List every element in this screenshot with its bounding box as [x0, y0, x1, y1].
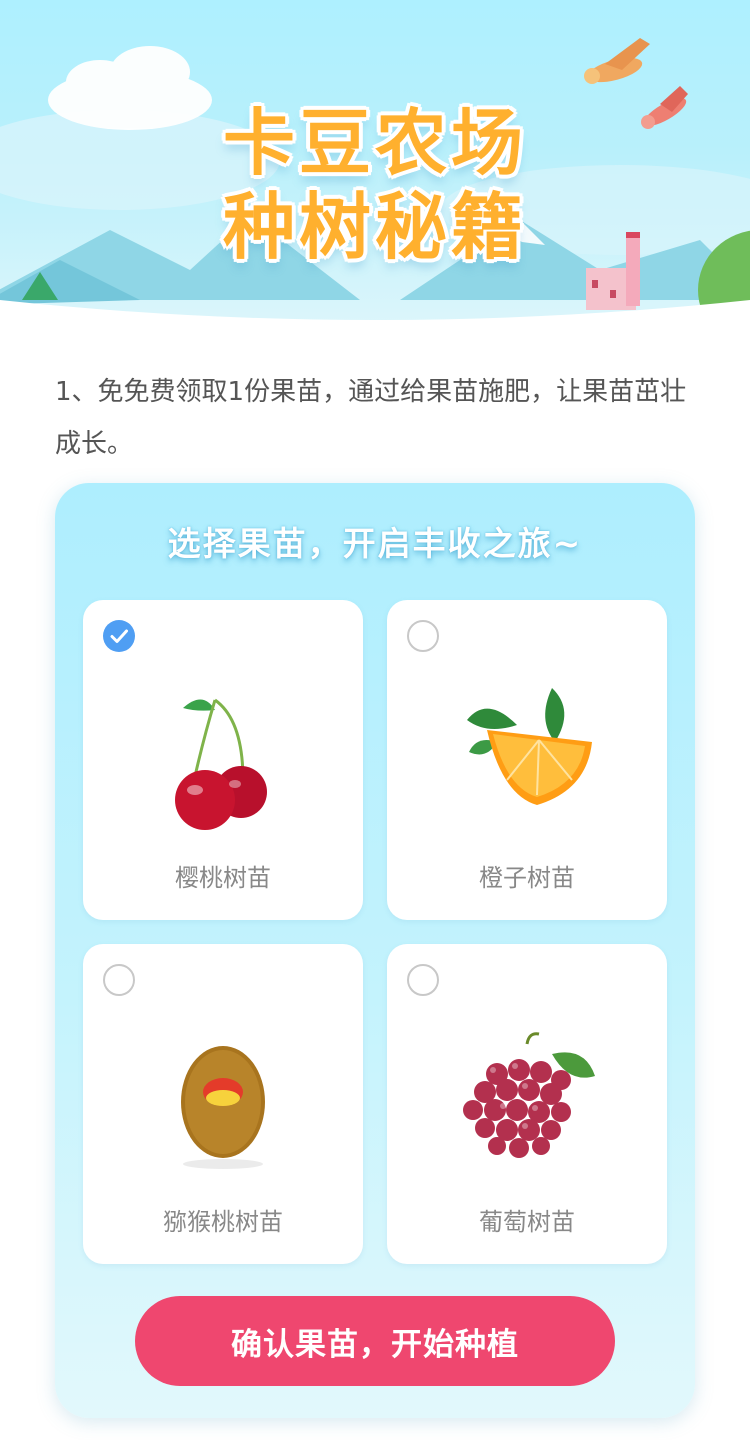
option-label: 葡萄树苗 — [479, 1208, 575, 1236]
radio-checked-icon[interactable] — [103, 620, 135, 652]
seedling-option-kiwi[interactable]: 猕猴桃树苗 — [83, 944, 363, 1264]
panel-title: 选择果苗，开启丰收之旅~ — [167, 524, 583, 563]
radio-unchecked-icon[interactable] — [407, 620, 439, 652]
option-label: 橙子树苗 — [479, 864, 575, 892]
seedling-option-grape[interactable]: 葡萄树苗 — [387, 944, 667, 1264]
seedling-option-orange[interactable]: 橙子树苗 — [387, 600, 667, 920]
radio-unchecked-icon[interactable] — [407, 964, 439, 996]
option-label: 猕猴桃树苗 — [163, 1208, 283, 1236]
cherry-icon — [175, 698, 267, 830]
seedling-option-cherry[interactable]: 樱桃树苗 — [83, 600, 363, 920]
confirm-seedling-button[interactable]: 确认果苗，开始种植 — [135, 1296, 615, 1386]
grape-icon — [463, 1032, 595, 1158]
header-banner: 卡豆农场 种树秘籍 — [0, 0, 750, 340]
check-icon — [110, 629, 128, 643]
radio-unchecked-icon[interactable] — [103, 964, 135, 996]
page-subtitle: 种树秘籍 — [222, 185, 527, 269]
intro-text: 1、免免费领取1份果苗，通过给果苗施肥，让果苗茁壮成长。 — [55, 377, 687, 459]
orange-icon — [467, 688, 592, 805]
bird-icon — [584, 38, 650, 84]
seedling-selection-panel: 选择果苗，开启丰收之旅~ 樱桃树苗 橙子树苗 猕猴桃树苗 葡萄树苗 确认果苗，开… — [55, 483, 695, 1418]
kiwi-icon — [181, 1046, 265, 1169]
option-label: 樱桃树苗 — [175, 864, 271, 892]
